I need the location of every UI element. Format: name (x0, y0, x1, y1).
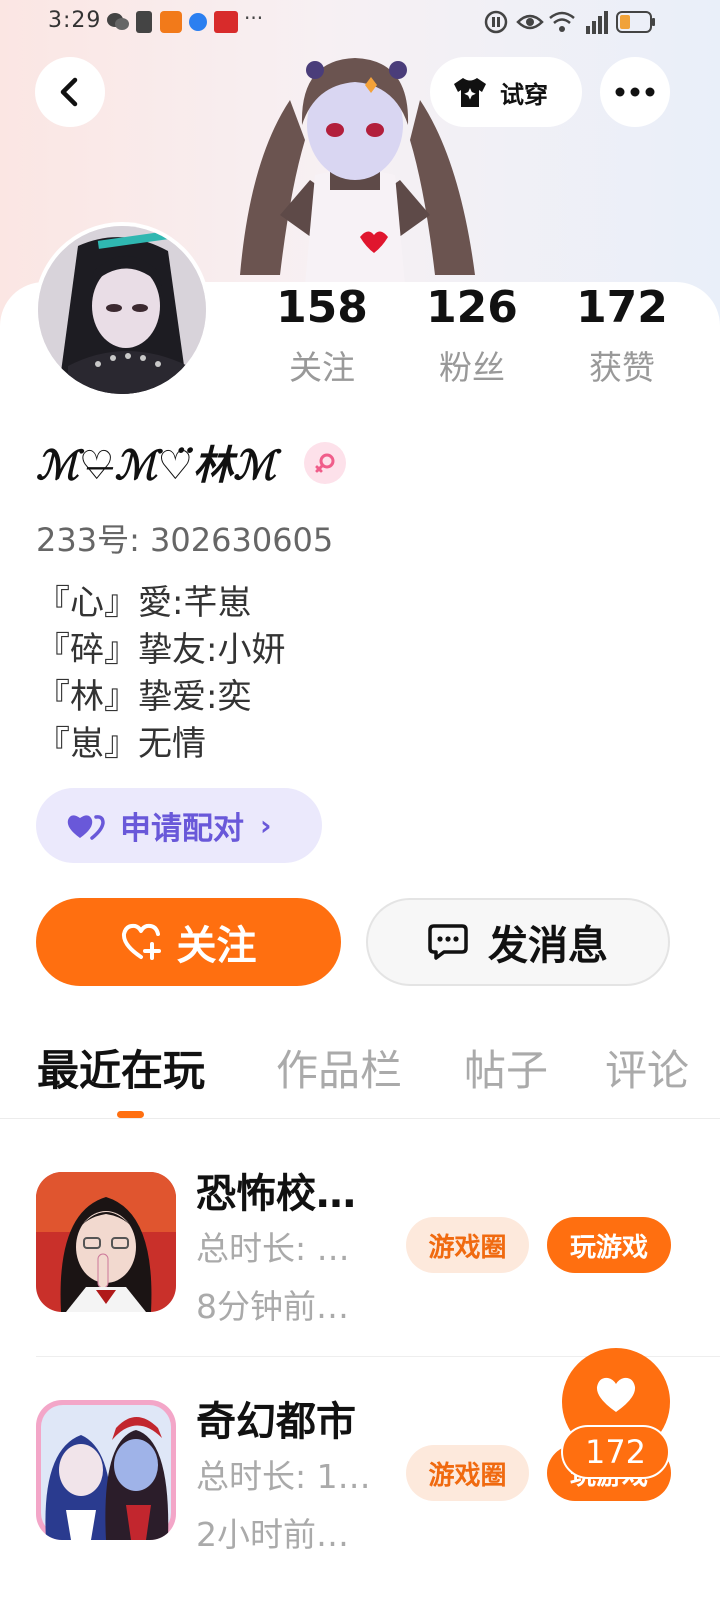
status-time: 3:29 (48, 8, 102, 33)
game-circle-button[interactable]: 游戏圈 (406, 1217, 529, 1273)
female-gender-badge (304, 442, 346, 484)
stat-following[interactable]: 158 关注 (262, 282, 382, 388)
eye-comfort-icon (516, 14, 544, 30)
app-notification-icon (214, 11, 238, 33)
followers-label: 粉丝 (439, 348, 505, 387)
try-on-button[interactable]: 试穿 (430, 57, 582, 127)
more-options-button[interactable] (600, 57, 670, 127)
request-pair-label: 申请配对 (120, 811, 244, 847)
username: ℳ♡̶ℳ♡̈林ℳ (36, 442, 277, 489)
chat-bubble-icon (428, 924, 468, 960)
heart-plus-icon (121, 923, 161, 960)
game-title: 奇幻都市 (196, 1399, 356, 1445)
battery-icon (616, 11, 655, 33)
following-label: 关注 (289, 348, 355, 387)
notification-icon (136, 11, 152, 33)
list-item[interactable]: 恐怖校… 总时长: … 8分钟前… 游戏圈 玩游戏 (0, 1160, 720, 1350)
active-tab-indicator (117, 1111, 144, 1118)
game-title: 恐怖校… (196, 1171, 356, 1217)
more-notifications-icon: ··· (244, 6, 264, 30)
followers-count: 126 (426, 282, 518, 333)
request-pair-button[interactable]: 申请配对 › (36, 788, 322, 863)
bio-line: 『崽』无情 (36, 724, 206, 764)
user-id: 233号: 302630605 (36, 521, 334, 559)
game-circle-button[interactable]: 游戏圈 (406, 1445, 529, 1501)
tab-works[interactable]: 作品栏 (276, 1042, 402, 1100)
video-app-icon (160, 11, 182, 33)
tab-comments[interactable]: 评论 (605, 1042, 689, 1100)
floating-like-count: 172 (561, 1425, 670, 1479)
browser-icon (189, 13, 207, 31)
more-dots-icon (615, 87, 655, 97)
try-on-label: 试穿 (500, 80, 548, 109)
heart-icon (596, 1377, 636, 1412)
game-last-played: 2小时前… (196, 1515, 349, 1554)
bio: 『心』愛:芊崽 『碎』挚友:小妍 『林』挚爱:奕 『崽』无情 (36, 580, 285, 768)
bio-line: 『心』愛:芊崽 (36, 583, 252, 623)
game-total-duration: 总时长: 1… (196, 1457, 371, 1496)
female-icon (315, 453, 335, 473)
back-button[interactable] (35, 57, 105, 127)
send-message-button[interactable]: 发消息 (366, 898, 670, 986)
chevron-right-icon: › (260, 809, 272, 842)
game-icon (36, 1172, 176, 1312)
following-count: 158 (276, 282, 368, 333)
double-heart-icon (67, 814, 105, 840)
tab-posts[interactable]: 帖子 (464, 1042, 548, 1100)
wifi-icon (549, 11, 575, 32)
game-icon (36, 1400, 176, 1540)
avatar[interactable] (34, 222, 210, 398)
signal-icon (586, 11, 608, 34)
follow-label: 关注 (176, 923, 257, 969)
tabs-divider (0, 1118, 720, 1119)
stat-followers[interactable]: 126 粉丝 (412, 282, 532, 388)
stat-likes[interactable]: 172 获赞 (562, 282, 682, 388)
chevron-left-icon (60, 77, 78, 107)
follow-button[interactable]: 关注 (36, 898, 341, 986)
game-last-played: 8分钟前… (196, 1287, 349, 1326)
play-game-button[interactable]: 玩游戏 (547, 1217, 671, 1273)
tab-recently-played[interactable]: 最近在玩 (37, 1042, 205, 1100)
game-total-duration: 总时长: … (196, 1229, 350, 1268)
hd-call-icon (484, 10, 508, 34)
likes-label: 获赞 (589, 348, 655, 387)
bio-line: 『林』挚爱:奕 (36, 677, 252, 717)
likes-count: 172 (576, 282, 668, 333)
send-message-label: 发消息 (488, 923, 608, 969)
bio-line: 『碎』挚友:小妍 (36, 630, 286, 670)
avatar-image (38, 226, 206, 394)
wechat-icon (107, 13, 129, 30)
tshirt-icon (454, 78, 486, 107)
